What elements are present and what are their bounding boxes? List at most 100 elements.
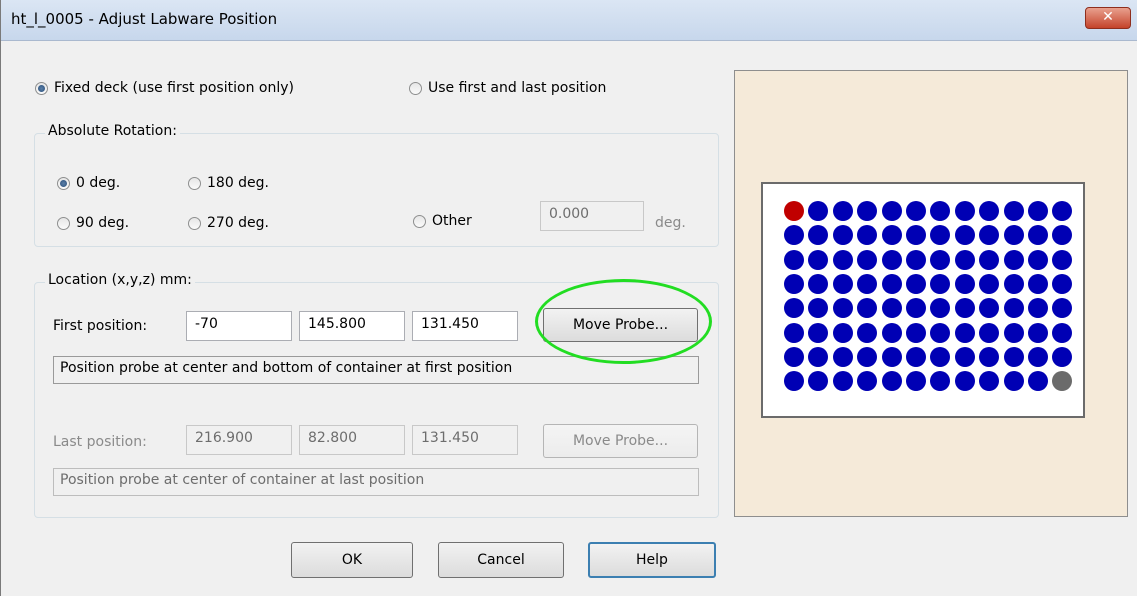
well bbox=[1028, 298, 1048, 319]
well bbox=[930, 225, 951, 246]
first-last-label: Use first and last position bbox=[428, 80, 607, 96]
well bbox=[954, 249, 975, 270]
well bbox=[979, 298, 1000, 319]
well bbox=[832, 225, 853, 246]
last-position-hint: Position probe at center of container at… bbox=[53, 468, 699, 496]
last-z-input[interactable]: 131.450 bbox=[412, 425, 518, 455]
well bbox=[954, 225, 975, 246]
radio-checked-icon bbox=[57, 176, 70, 190]
first-move-probe-button[interactable]: Move Probe... bbox=[543, 308, 698, 342]
well bbox=[857, 273, 878, 294]
rotation-group-title: Absolute Rotation: bbox=[45, 123, 180, 139]
ok-button[interactable]: OK bbox=[291, 542, 413, 578]
well bbox=[808, 249, 829, 270]
well bbox=[832, 249, 853, 270]
rotation-other-radio[interactable]: Other bbox=[413, 213, 472, 229]
well bbox=[881, 249, 902, 270]
well bbox=[979, 201, 1000, 221]
well bbox=[979, 249, 1000, 270]
well bbox=[954, 322, 975, 343]
well bbox=[808, 322, 829, 343]
well bbox=[906, 273, 926, 294]
fixed-deck-label: Fixed deck (use first position only) bbox=[54, 80, 294, 96]
well bbox=[979, 225, 1000, 246]
well bbox=[1052, 273, 1073, 294]
well bbox=[1003, 225, 1024, 246]
last-x-input[interactable]: 216.900 bbox=[186, 425, 292, 455]
other-rotation-unit: deg. bbox=[655, 215, 686, 231]
rotation-270-label: 270 deg. bbox=[207, 215, 270, 231]
first-position-label: First position: bbox=[53, 318, 148, 334]
rotation-180-label: 180 deg. bbox=[207, 175, 270, 191]
rotation-270-radio[interactable]: 270 deg. bbox=[188, 215, 269, 231]
rotation-90-radio[interactable]: 90 deg. bbox=[57, 215, 129, 231]
well bbox=[1028, 201, 1048, 221]
well bbox=[881, 225, 902, 246]
well bbox=[784, 371, 804, 392]
well bbox=[930, 322, 951, 343]
well bbox=[1003, 322, 1024, 343]
plate-outline bbox=[761, 182, 1085, 418]
well bbox=[832, 346, 853, 367]
first-z-input[interactable]: 131.450 bbox=[412, 311, 518, 341]
first-last-radio[interactable]: Use first and last position bbox=[409, 80, 606, 96]
well bbox=[808, 371, 829, 392]
first-position-hint: Position probe at center and bottom of c… bbox=[53, 356, 699, 384]
well bbox=[784, 322, 804, 343]
well bbox=[832, 322, 853, 343]
radio-unchecked-icon bbox=[409, 81, 422, 95]
well bbox=[979, 322, 1000, 343]
first-x-input[interactable]: -70 bbox=[186, 311, 292, 341]
well bbox=[808, 346, 829, 367]
help-button[interactable]: Help bbox=[588, 542, 716, 578]
well bbox=[881, 273, 902, 294]
well bbox=[881, 346, 902, 367]
first-well bbox=[784, 201, 804, 221]
well bbox=[857, 371, 878, 392]
well bbox=[930, 371, 951, 392]
well bbox=[808, 201, 829, 221]
well bbox=[1052, 201, 1073, 221]
well bbox=[954, 371, 975, 392]
well bbox=[857, 201, 878, 221]
well bbox=[954, 298, 975, 319]
well bbox=[906, 322, 926, 343]
rotation-other-label: Other bbox=[432, 213, 472, 229]
other-rotation-input[interactable]: 0.000 bbox=[540, 201, 644, 231]
well bbox=[784, 225, 804, 246]
rotation-180-radio[interactable]: 180 deg. bbox=[188, 175, 269, 191]
window-title: ht_l_0005 - Adjust Labware Position bbox=[11, 10, 278, 28]
first-y-input[interactable]: 145.800 bbox=[299, 311, 405, 341]
well bbox=[930, 273, 951, 294]
well bbox=[784, 346, 804, 367]
well bbox=[857, 346, 878, 367]
well bbox=[881, 371, 902, 392]
well bbox=[857, 322, 878, 343]
well bbox=[979, 371, 1000, 392]
well bbox=[930, 249, 951, 270]
well bbox=[1028, 346, 1048, 367]
rotation-0-radio[interactable]: 0 deg. bbox=[57, 175, 120, 191]
radio-unchecked-icon bbox=[188, 176, 201, 190]
well bbox=[1028, 249, 1048, 270]
fixed-deck-radio[interactable]: Fixed deck (use first position only) bbox=[35, 80, 294, 96]
well bbox=[808, 298, 829, 319]
well bbox=[954, 346, 975, 367]
last-y-input[interactable]: 82.800 bbox=[299, 425, 405, 455]
well bbox=[930, 298, 951, 319]
labware-preview bbox=[734, 70, 1128, 517]
well bbox=[1003, 249, 1024, 270]
radio-unchecked-icon bbox=[413, 214, 426, 228]
cancel-button[interactable]: Cancel bbox=[438, 542, 564, 578]
radio-unchecked-icon bbox=[188, 216, 201, 230]
last-move-probe-button[interactable]: Move Probe... bbox=[543, 424, 698, 458]
well bbox=[1003, 201, 1024, 221]
close-button[interactable]: ✕ bbox=[1085, 7, 1131, 29]
rotation-0-label: 0 deg. bbox=[76, 175, 121, 191]
well bbox=[1003, 346, 1024, 367]
well bbox=[784, 273, 804, 294]
well bbox=[1052, 225, 1073, 246]
well bbox=[1028, 225, 1048, 246]
close-icon: ✕ bbox=[1102, 9, 1114, 25]
well bbox=[784, 249, 804, 270]
